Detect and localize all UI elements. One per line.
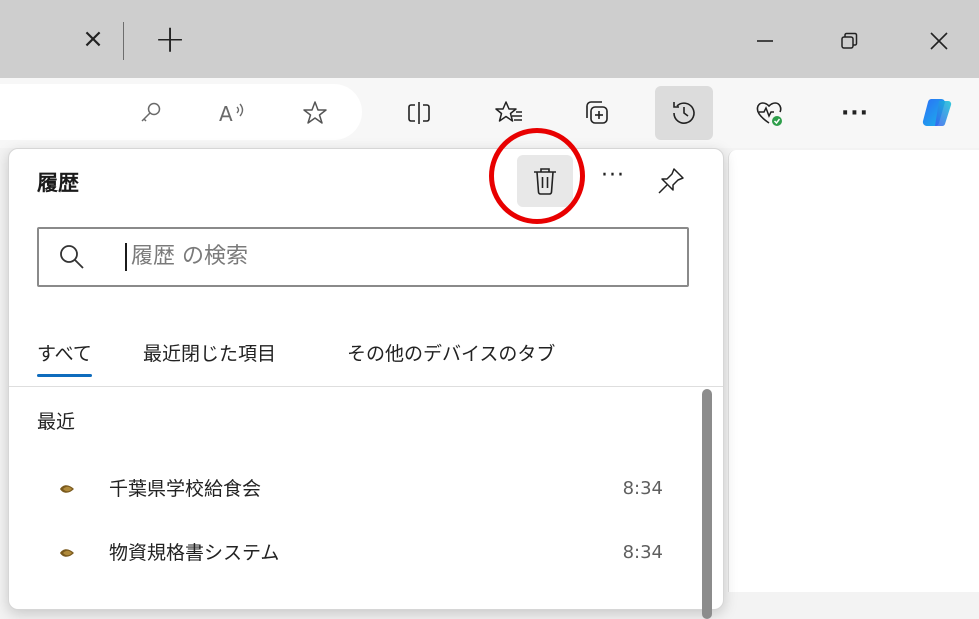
history-more-options-button[interactable]: ··· [601,163,624,193]
collections-icon [586,101,608,124]
history-item-time: 8:34 [622,542,663,563]
history-button[interactable] [655,86,713,140]
title-bar: × + [0,0,979,78]
close-window-button[interactable] [916,18,962,64]
more-icon: ··· [840,100,870,126]
split-screen-icon [408,102,430,124]
annotation-highlight-circle [489,128,585,224]
section-heading-recent: 最近 [37,411,76,433]
tab-all[interactable]: すべて [37,339,92,377]
favorites-icon [495,101,522,122]
history-item[interactable]: 物資規格書システム 8:34 [9,529,699,581]
site-favicon-icon [60,549,74,557]
history-item-title: 物資規格書システム [109,542,280,564]
split-screen-button[interactable] [394,88,444,138]
text-caret [125,243,127,271]
read-aloud-button[interactable]: A [208,88,258,138]
star-icon [303,101,327,124]
minimize-icon [757,40,773,42]
key-icon [141,102,161,122]
copilot-button[interactable] [912,88,962,138]
minimize-button[interactable] [742,18,788,64]
read-aloud-icon: A [219,102,244,126]
search-placeholder: 履歴 の検索 [131,244,248,269]
divider [9,386,723,387]
history-icon [673,102,695,124]
history-panel: 履歴 ··· 履歴 の検索 すべて 最近閉じた項目 その他のデバイスのタブ 最近 [8,148,724,619]
pin-icon [658,168,684,194]
history-search-field[interactable]: 履歴 の検索 [37,227,689,287]
pin-panel-button[interactable] [649,159,693,203]
collections-button[interactable] [572,88,622,138]
restore-icon [841,32,858,49]
history-item-time: 8:34 [622,478,663,499]
tab-recently-closed[interactable]: 最近閉じた項目 [143,339,276,369]
tab-other-devices[interactable]: その他のデバイスのタブ [347,339,555,369]
history-item[interactable]: 千葉県学校給食会 8:34 [9,465,699,517]
browser-essentials-icon [756,102,782,126]
add-favorite-button[interactable] [290,88,340,138]
svg-text:A: A [219,102,233,126]
panel-scrollbar[interactable] [702,389,712,619]
close-icon [930,32,948,50]
password-key-button[interactable] [126,88,176,138]
tab-close-button[interactable]: × [78,24,108,54]
browser-essentials-button[interactable] [744,88,794,138]
site-favicon-icon [60,485,74,493]
panel-title: 履歴 [37,171,79,195]
copilot-icon [922,98,952,127]
web-page-content [728,150,979,592]
search-icon [57,242,87,272]
tab-separator [123,22,124,60]
history-item-title: 千葉県学校給食会 [109,478,262,500]
settings-more-button[interactable]: ··· [830,88,880,138]
restore-button[interactable] [826,18,872,64]
new-tab-button[interactable]: + [150,20,190,60]
